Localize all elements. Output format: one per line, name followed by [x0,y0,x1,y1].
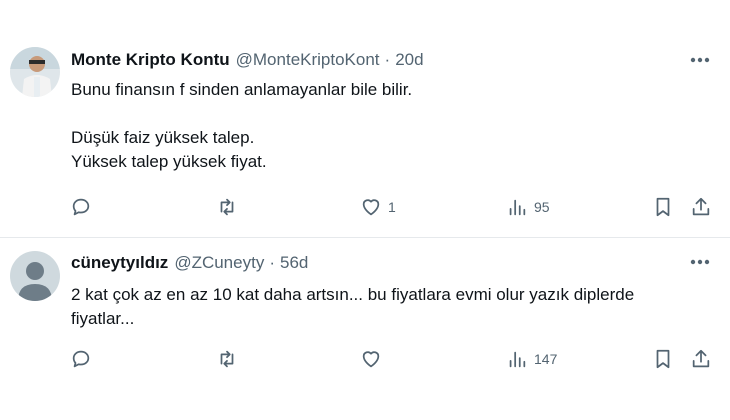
reply-button[interactable] [70,192,92,222]
retweet-button[interactable] [216,192,238,222]
tweet-line: Düşük faiz yüksek talep. [71,128,255,147]
views-icon [509,351,526,368]
author-handle[interactable]: @MonteKriptoKont [236,50,380,70]
separator: · [269,253,275,272]
timestamp[interactable]: 56d [280,253,308,273]
tweet-text: 2 kat çok az en az 10 kat daha artsın...… [71,283,721,331]
tweet-line: fiyatlar... [71,309,135,328]
like-icon [362,199,380,216]
more-icon[interactable] [686,252,714,272]
view-count: 95 [534,199,550,215]
avatar[interactable] [10,47,60,97]
tweet[interactable]: Monte Kripto Kontu @MonteKriptoKont · 20… [0,0,730,238]
reply-icon [72,198,90,216]
tweet-line: 2 kat çok az en az 10 kat daha artsın...… [71,285,635,304]
author-name[interactable]: cüneytyıldız [71,253,168,273]
timestamp[interactable]: 20d [395,50,423,70]
share-icon [692,197,710,216]
bookmark-icon [656,197,670,217]
view-count: 147 [534,351,558,367]
author-handle[interactable]: @ZCuneyty [174,253,264,273]
avatar[interactable] [10,251,60,301]
like-icon [362,351,380,368]
views-button[interactable]: 147 [506,344,557,374]
views-icon [509,199,526,216]
share-button[interactable] [690,192,712,222]
share-icon [692,349,710,368]
tweet-line: Bunu finansın f sinden anlamayanlar bile… [71,80,413,99]
views-button[interactable]: 95 [506,192,550,222]
retweet-button[interactable] [216,344,238,374]
tweet-header: cüneytyıldız @ZCuneyty · 56d [71,250,308,276]
tweet-line: Yüksek talep yüksek fiyat. [71,152,267,171]
tweet-header: Monte Kripto Kontu @MonteKriptoKont · 20… [71,47,424,73]
tweet-text: Bunu finansın f sinden anlamayanlar bile… [71,78,721,174]
action-bar: 1 95 [68,192,718,222]
bookmark-button[interactable] [652,344,674,374]
retweet-icon [220,198,234,216]
like-button[interactable]: 1 [360,192,396,222]
separator: · [384,50,391,69]
share-button[interactable] [690,344,712,374]
author-name[interactable]: Monte Kripto Kontu [71,50,230,70]
bookmark-icon [656,349,670,369]
reply-button[interactable] [70,344,92,374]
like-button[interactable] [360,344,382,374]
more-icon[interactable] [686,50,714,70]
bookmark-button[interactable] [652,192,674,222]
reply-icon [72,350,90,368]
tweet[interactable]: cüneytyıldız @ZCuneyty · 56d 2 kat çok a… [0,238,730,420]
retweet-icon [220,350,234,368]
like-count: 1 [388,199,396,215]
action-bar: 147 [68,344,718,374]
